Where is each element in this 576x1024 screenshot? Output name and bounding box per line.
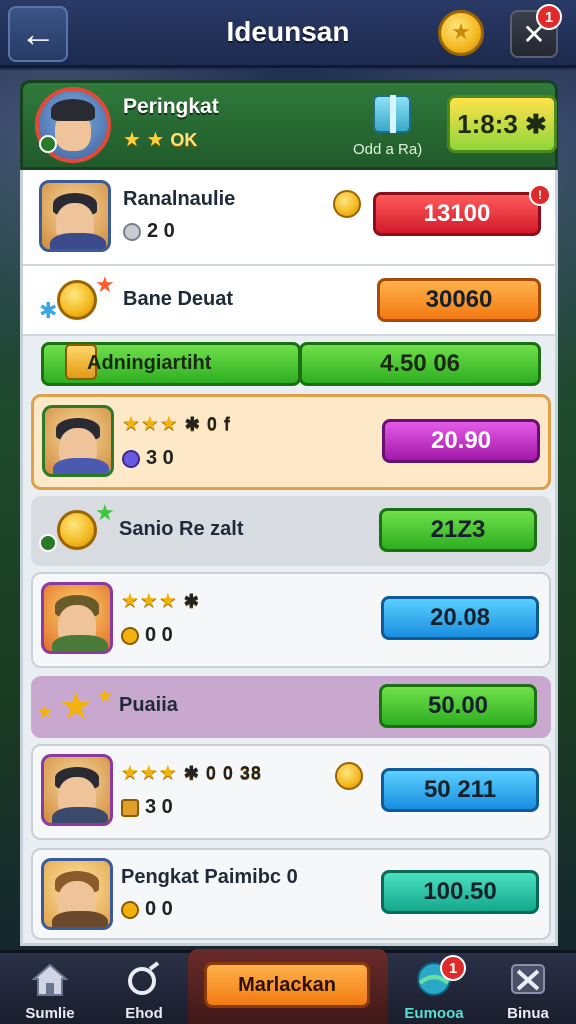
score-button[interactable]: 1:8:3 ✱ <box>447 95 557 153</box>
sparkle-icon: ✱ <box>39 298 58 323</box>
silver-coin-icon <box>123 222 141 241</box>
star-icon: ★ <box>37 702 54 722</box>
crossed-swords-icon <box>511 964 545 994</box>
profile-header: Peringkat ★ ★ OK Odd a Ra) 1:8:3 ✱ <box>20 80 558 170</box>
star-coin-icon <box>121 900 139 919</box>
avatar-shirt <box>52 635 108 651</box>
coin-icon <box>57 510 97 550</box>
value-button[interactable]: 50.00 <box>379 684 537 728</box>
row-label: Sanio Re zalt <box>119 518 244 540</box>
stars-extra: ✱ 0 f <box>184 414 231 434</box>
stat-value: 0 0 <box>145 624 173 646</box>
coin-icon[interactable] <box>438 10 484 56</box>
nav-item-eumooa[interactable]: Eumooa <box>386 953 482 1024</box>
level-badge-icon <box>39 135 57 153</box>
coin-icon <box>335 762 363 790</box>
list-item[interactable]: Ranalnaulie 2 0 13100 ! <box>23 170 555 266</box>
star-rating: ★ ★ <box>123 129 165 151</box>
value-button[interactable]: 100.50 <box>381 870 539 914</box>
stat-value: 3 0 <box>146 447 174 469</box>
nav-label: Binua <box>507 1005 549 1022</box>
coin-icon <box>333 190 361 218</box>
player-avatar <box>41 582 113 654</box>
value-button[interactable]: 30060 <box>377 278 541 322</box>
player-name: Ranalnaulie <box>123 188 236 210</box>
gold-bar-icon <box>121 798 139 817</box>
notification-badge: 1 <box>440 955 466 981</box>
leaderboard-list: Ranalnaulie 2 0 13100 ! ★ ✱ Bane Deuat 3… <box>20 170 558 946</box>
avatar-shirt <box>52 911 108 927</box>
main-action-button[interactable]: Marlackan <box>204 962 370 1008</box>
player-name: Pengkat Paimibc 0 <box>121 866 298 888</box>
list-item[interactable]: ★★★ ✱ 0 0 38 3 0 50 211 <box>31 744 551 840</box>
nav-label: Sumlie <box>25 1005 75 1022</box>
nav-item-home[interactable]: Sumlie <box>2 953 98 1024</box>
player-stat: 2 0 <box>123 220 175 243</box>
gift-box-icon[interactable] <box>373 95 411 133</box>
list-item[interactable]: ★ Sanio Re zalt 21Z3 <box>31 496 551 566</box>
header-stars: ★ ★ OK <box>123 127 197 152</box>
value-button[interactable]: 20.08 <box>381 596 539 640</box>
nav-label: Ehod <box>125 1005 163 1022</box>
player-avatar <box>41 858 113 930</box>
avatar-shirt <box>53 458 109 474</box>
star-icon: ★ <box>95 272 115 297</box>
list-item-highlighted[interactable]: ★★★ ✱ 0 f 3 0 20.90 <box>31 394 551 490</box>
player-stat: 0 0 <box>121 898 173 921</box>
gem-icon <box>122 449 140 468</box>
value-button[interactable]: 50 211 <box>381 768 539 812</box>
player-avatar <box>41 754 113 826</box>
stars-extra: ✱ <box>183 591 200 611</box>
list-item[interactable]: ★ ★ ★ Puaiia 50.00 <box>31 676 551 738</box>
player-stat: 3 0 <box>122 447 174 470</box>
star-rating: ★★★ ✱ 0 f <box>122 411 231 436</box>
gift-label: Odd a Ra) <box>353 141 423 158</box>
player-avatar <box>39 180 111 252</box>
check-badge-icon <box>39 534 57 552</box>
banner-label: Adningiartiht <box>87 352 212 374</box>
stat-value: 2 0 <box>147 220 175 242</box>
value-button[interactable]: 13100 <box>373 192 541 236</box>
avatar-shirt <box>50 233 106 249</box>
stars: ★★★ <box>121 762 178 784</box>
arrow-left-icon: ← <box>20 13 56 54</box>
avatar-hair <box>51 99 95 121</box>
nav-label: Eumooa <box>404 1005 464 1022</box>
list-item[interactable]: ★★★ ✱ 0 0 20.08 <box>31 572 551 668</box>
back-button[interactable]: ← <box>8 6 68 62</box>
header-title: Peringkat <box>123 95 219 118</box>
row-label: Bane Deuat <box>123 288 234 310</box>
app-title: Ideunsan <box>226 16 350 47</box>
value-button[interactable]: 21Z3 <box>379 508 537 552</box>
stat-value: 3 0 <box>145 796 173 818</box>
stars: ★★★ <box>122 413 179 435</box>
row-label: Puaiia <box>119 694 178 716</box>
player-stat: 0 0 <box>121 624 173 647</box>
banner-value-button[interactable]: 4.50 06 <box>299 342 541 386</box>
avatar-shirt <box>52 807 108 823</box>
stat-value: 0 0 <box>145 898 173 920</box>
stars: ★★★ <box>121 590 178 612</box>
list-item[interactable]: ★ ✱ Bane Deuat 30060 <box>23 266 555 336</box>
star-rating: ★★★ ✱ <box>121 588 200 613</box>
star-rating: ★★★ ✱ 0 0 38 <box>121 760 262 785</box>
list-item[interactable]: Pengkat Paimibc 0 0 0 100.50 <box>31 848 551 940</box>
stars-extra: ✱ 0 0 38 <box>183 763 262 783</box>
player-avatar <box>42 405 114 477</box>
top-bar: ← Ideunsan ✕ 1 <box>0 0 576 68</box>
value-button[interactable]: 20.90 <box>382 419 540 463</box>
star-icon: ★ <box>97 686 114 706</box>
player-stat: 3 0 <box>121 796 173 819</box>
notification-badge: 1 <box>536 4 562 30</box>
stars-sub: OK <box>170 130 198 150</box>
coin-stack-icon <box>57 280 97 320</box>
alert-badge: ! <box>529 184 551 206</box>
whistle-icon <box>128 961 160 995</box>
green-star-icon: ★ <box>95 500 115 525</box>
nav-item-ehod[interactable]: Ehod <box>96 953 192 1024</box>
nav-item-binua[interactable]: Binua <box>480 953 576 1024</box>
home-icon <box>31 963 69 996</box>
big-star-icon: ★ <box>59 686 94 728</box>
star-coin-icon <box>121 626 139 645</box>
